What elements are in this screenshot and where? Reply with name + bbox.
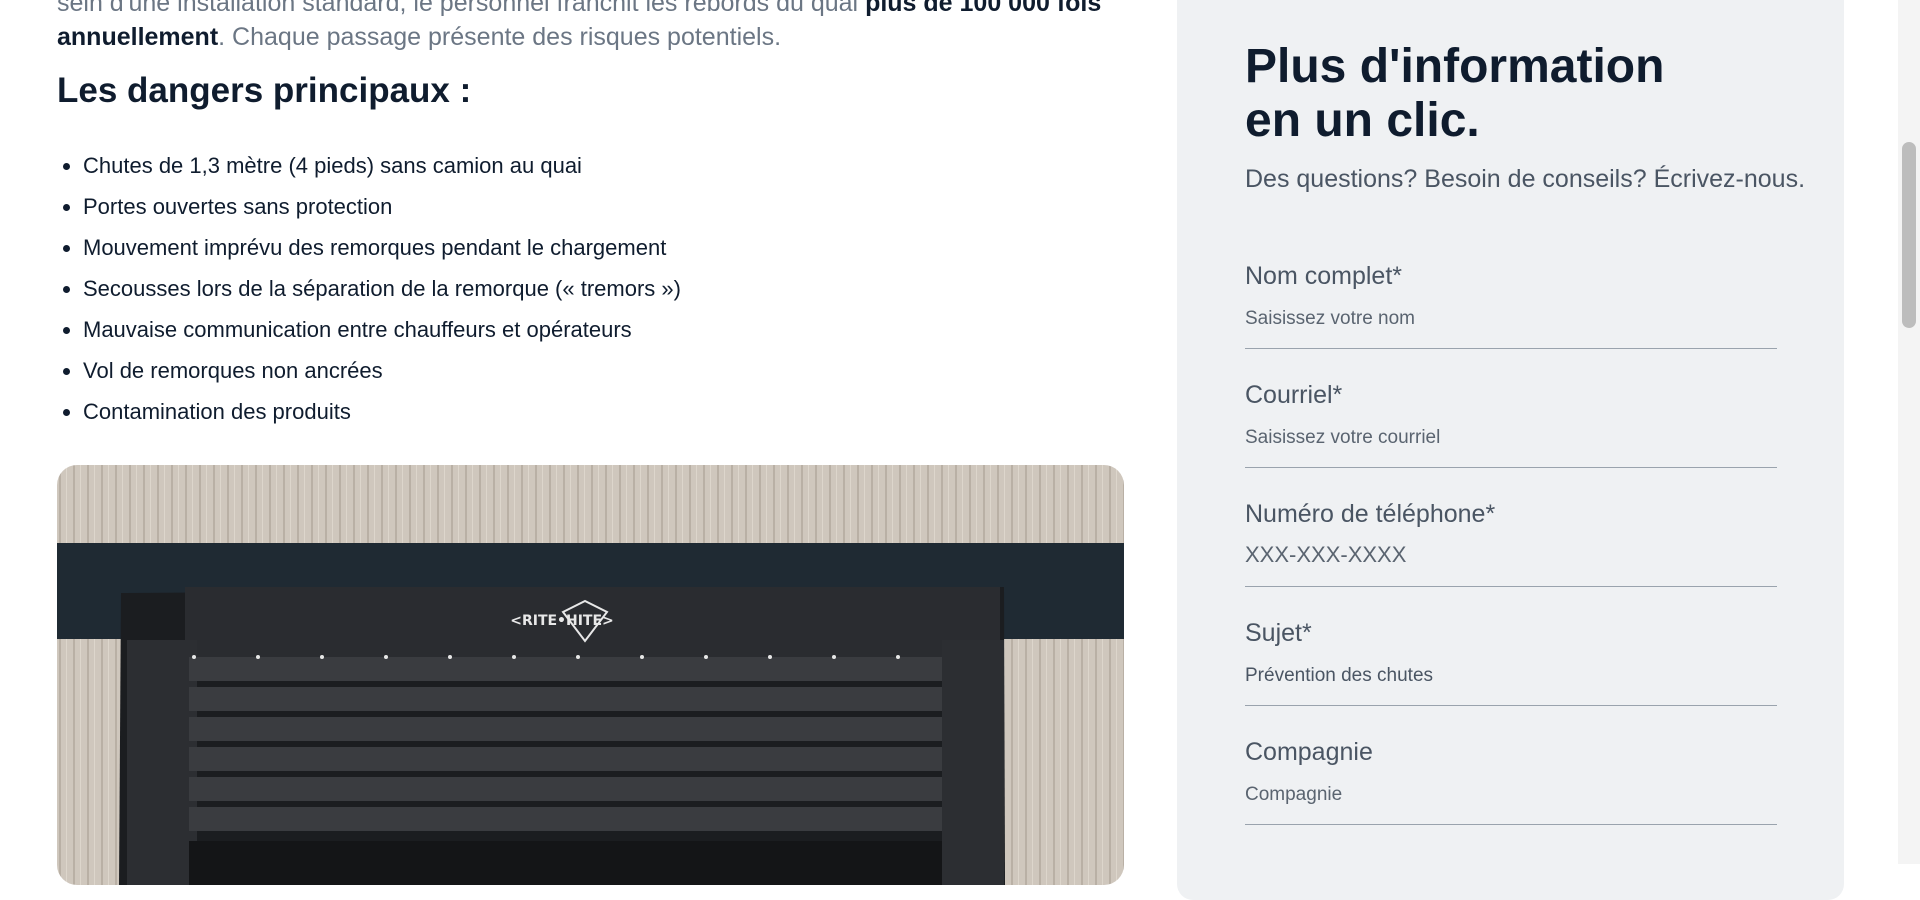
form-title-line2: en un clic. bbox=[1245, 94, 1480, 147]
intro-text-end: . Chaque passage présente des risques po… bbox=[218, 23, 782, 51]
intro-paragraph: sein d'une installation standard, le per… bbox=[57, 0, 1117, 54]
full-name-label: Nom complet* bbox=[1245, 262, 1402, 290]
email-label: Courriel* bbox=[1245, 381, 1343, 409]
full-name-field: Nom complet* bbox=[1245, 262, 1777, 349]
list-item: Mouvement imprévu des remorques pendant … bbox=[83, 227, 681, 268]
company-field: Compagnie bbox=[1245, 738, 1777, 825]
company-label: Compagnie bbox=[1245, 738, 1373, 766]
email-input[interactable] bbox=[1245, 421, 1777, 455]
scrollbar-thumb[interactable] bbox=[1902, 142, 1916, 328]
form-title: Plus d'information en un clic. bbox=[1245, 40, 1664, 148]
subject-field: Sujet* bbox=[1245, 619, 1777, 706]
subject-label: Sujet* bbox=[1245, 619, 1312, 647]
form-title-line1: Plus d'information bbox=[1245, 40, 1665, 93]
page-scrollbar[interactable] bbox=[1898, 0, 1920, 864]
dock-seal-photo: <RITE•HITE> bbox=[57, 465, 1124, 885]
email-field: Courriel* bbox=[1245, 381, 1777, 468]
list-item: Portes ouvertes sans protection bbox=[83, 186, 681, 227]
dangers-heading: Les dangers principaux : bbox=[57, 71, 472, 110]
full-name-input[interactable] bbox=[1245, 302, 1777, 336]
phone-input[interactable] bbox=[1245, 540, 1777, 574]
subject-input[interactable] bbox=[1245, 659, 1777, 693]
company-input[interactable] bbox=[1245, 778, 1777, 812]
intro-text-start: sein d'une installation standard, le per… bbox=[57, 0, 866, 17]
phone-label: Numéro de téléphone* bbox=[1245, 500, 1496, 528]
contact-form-panel: Plus d'information en un clic. Des quest… bbox=[1177, 0, 1844, 900]
phone-field: Numéro de téléphone* bbox=[1245, 500, 1777, 587]
brand-logo-text: <RITE•HITE> bbox=[510, 613, 614, 629]
list-item: Chutes de 1,3 mètre (4 pieds) sans camio… bbox=[83, 145, 681, 186]
list-item: Vol de remorques non ancrées bbox=[83, 350, 681, 391]
form-subtitle: Des questions? Besoin de conseils? Écriv… bbox=[1245, 165, 1806, 193]
dangers-list: Chutes de 1,3 mètre (4 pieds) sans camio… bbox=[57, 145, 681, 432]
list-item: Mauvaise communication entre chauffeurs … bbox=[83, 309, 681, 350]
list-item: Contamination des produits bbox=[83, 391, 681, 432]
list-item: Secousses lors de la séparation de la re… bbox=[83, 268, 681, 309]
